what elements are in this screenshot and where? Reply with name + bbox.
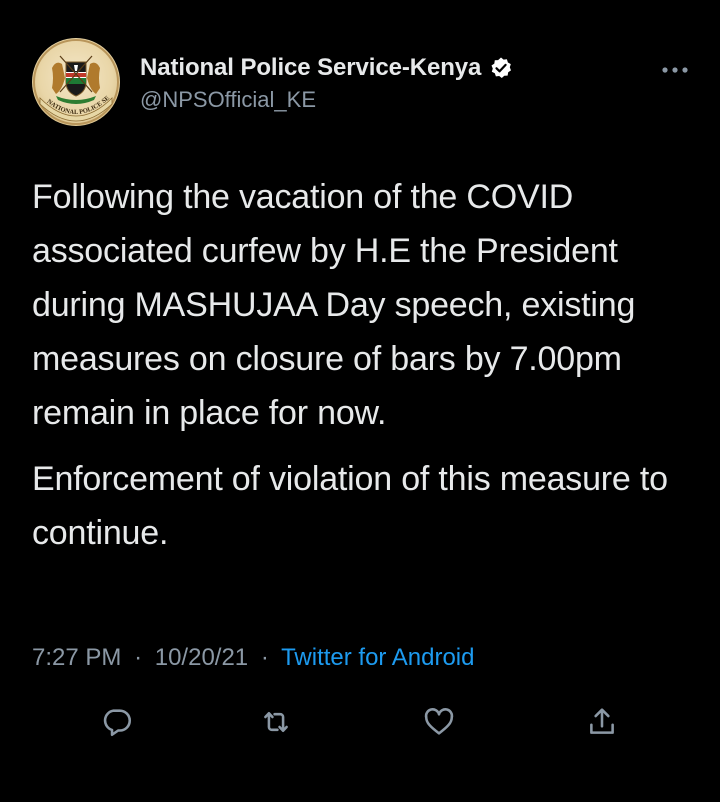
display-name-row: National Police Service-Kenya (140, 54, 513, 82)
verified-badge-icon (489, 56, 513, 80)
avatar[interactable]: NATIONAL POLICE SERVICE (32, 38, 120, 126)
share-button[interactable] (582, 702, 622, 742)
tweet-time[interactable]: 7:27 PM (32, 644, 121, 671)
reply-button[interactable] (97, 702, 137, 742)
tweet-paragraph: Following the vacation of the COVID asso… (32, 178, 636, 432)
like-button[interactable] (419, 702, 459, 742)
meta-separator: · (260, 644, 269, 671)
tweet-date[interactable]: 10/20/21 (155, 644, 248, 671)
user-handle[interactable]: @NPSOfficial_KE (140, 87, 513, 113)
tweet-header: NATIONAL POLICE SERVICE National Police … (32, 38, 692, 134)
share-icon (585, 705, 619, 739)
more-options-icon[interactable] (660, 60, 690, 80)
reply-icon (100, 705, 134, 739)
like-icon (422, 705, 456, 739)
display-name[interactable]: National Police Service-Kenya (140, 54, 481, 82)
retweet-icon (259, 705, 293, 739)
police-crest-icon: NATIONAL POLICE SERVICE (32, 38, 119, 125)
tweet-card: NATIONAL POLICE SERVICE National Police … (0, 0, 720, 802)
tweet-actions-bar (0, 702, 720, 746)
tweet-paragraph: Enforcement of violation of this measure… (32, 460, 668, 552)
meta-separator: · (134, 644, 143, 671)
tweet-metadata: 7:27 PM · 10/20/21 · Twitter for Android (32, 644, 474, 672)
tweet-text: Following the vacation of the COVID asso… (32, 170, 692, 560)
tweet-source-link[interactable]: Twitter for Android (281, 644, 474, 671)
retweet-button[interactable] (256, 702, 296, 742)
author-block[interactable]: National Police Service-Kenya @NPSOffici… (140, 54, 513, 113)
